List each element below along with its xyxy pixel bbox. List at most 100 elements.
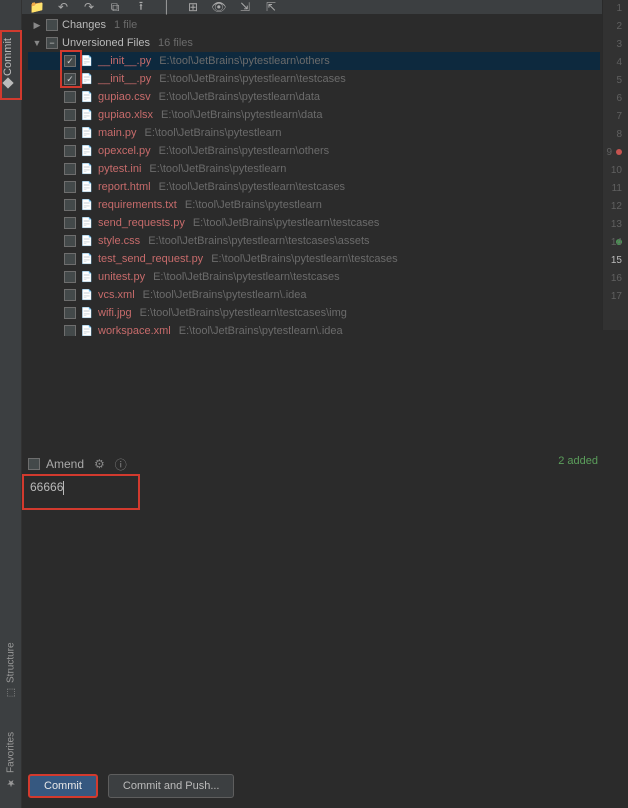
checkbox[interactable] — [64, 73, 76, 85]
error-marker — [616, 149, 622, 155]
expand-icon[interactable]: ⇱ — [264, 0, 278, 14]
commit-message-text: 66666 — [30, 480, 63, 494]
group-icon[interactable]: ⊞ — [186, 0, 200, 14]
collapse-icon[interactable]: ⇲ — [238, 0, 252, 14]
folder-icon[interactable]: 📁 — [30, 0, 44, 14]
changes-count: 1 file — [114, 19, 137, 31]
file-path: E:\tool\JetBrains\pytestlearn\testcases — [159, 181, 345, 193]
line-gutter: 1 2 3 4 5 6 7 8 9 10 11 12 13 14 15 16 1… — [602, 0, 628, 330]
added-count: 2 added — [558, 455, 598, 467]
file-name: style.css — [98, 235, 140, 247]
file-row[interactable]: 📄gupiao.xlsxE:\tool\JetBrains\pytestlear… — [28, 106, 600, 124]
redo-icon[interactable]: ↷ — [82, 0, 96, 14]
checkbox[interactable] — [64, 199, 76, 211]
file-name: test_send_request.py — [98, 253, 203, 265]
diff-icon[interactable]: ⧉ — [108, 0, 122, 14]
file-icon: 📄 — [80, 180, 94, 194]
file-icon: 📄 — [80, 306, 94, 320]
file-icon: 📄 — [80, 144, 94, 158]
checkbox[interactable] — [64, 91, 76, 103]
commit-icon — [2, 78, 13, 89]
file-path: E:\tool\JetBrains\pytestlearn\testcases\… — [148, 235, 369, 247]
file-icon: 📄 — [80, 162, 94, 176]
commit-message-input[interactable]: 66666 — [22, 474, 140, 510]
file-row[interactable]: 📄requirements.txtE:\tool\JetBrains\pytes… — [28, 196, 600, 214]
file-name: gupiao.csv — [98, 91, 151, 103]
commit-tab-label: Commit — [2, 39, 14, 77]
undo-icon[interactable]: ↶ — [56, 0, 70, 14]
file-row[interactable]: 📄test_send_request.pyE:\tool\JetBrains\p… — [28, 250, 600, 268]
checkbox[interactable] — [64, 235, 76, 247]
line-num: 8 — [603, 126, 622, 144]
checkbox[interactable] — [64, 163, 76, 175]
file-name: pytest.ini — [98, 163, 141, 175]
file-path: E:\tool\JetBrains\pytestlearn\.idea — [143, 289, 307, 301]
line-num: 17 — [603, 288, 622, 306]
file-row[interactable]: 📄main.pyE:\tool\JetBrains\pytestlearn — [28, 124, 600, 142]
file-name: wifi.jpg — [98, 307, 132, 319]
file-row[interactable]: 📄 report.html E:\tool\JetBrains\pytestlear… — [28, 178, 600, 196]
file-name: vcs.xml — [98, 289, 135, 301]
file-icon: 📄 — [80, 72, 94, 86]
checkbox[interactable] — [64, 253, 76, 265]
commit-push-label: Commit and Push... — [123, 780, 220, 792]
chevron-down-icon[interactable]: ▼ — [32, 38, 42, 48]
checkbox[interactable] — [64, 181, 76, 193]
line-num: 15 — [603, 252, 622, 270]
checkbox[interactable] — [46, 19, 58, 31]
gear-icon[interactable]: ⚙ — [94, 457, 105, 471]
file-icon: 📄 — [80, 234, 94, 248]
file-name: __init__.py — [98, 73, 151, 85]
file-path: E:\tool\JetBrains\pytestlearn\others — [159, 55, 330, 67]
file-name: report.html — [98, 181, 151, 193]
commit-button[interactable]: Commit — [28, 774, 98, 798]
file-name: opexcel.py — [98, 145, 151, 157]
unversioned-node[interactable]: ▼ − Unversioned Files 16 files — [28, 34, 600, 52]
checkbox[interactable] — [64, 307, 76, 319]
file-row[interactable]: 📄__init__.pyE:\tool\JetBrains\pytestlear… — [28, 70, 600, 88]
file-row[interactable]: 📄workspace.xmlE:\tool\JetBrains\pytestle… — [28, 322, 600, 336]
changes-node[interactable]: ▶ Changes 1 file — [28, 16, 600, 34]
favorites-tab[interactable]: ★ Favorites — [0, 730, 22, 790]
amend-label: Amend — [46, 457, 84, 471]
line-num: 9 — [603, 144, 622, 162]
checkbox[interactable]: − — [46, 37, 58, 49]
file-row[interactable]: 📄wifi.jpgE:\tool\JetBrains\pytestlearn\t… — [28, 304, 600, 322]
chevron-right-icon[interactable]: ▶ — [32, 20, 42, 31]
commit-button-label: Commit — [44, 780, 82, 792]
file-row[interactable]: 📄 style.css E:\tool\JetBrains\pytestlearn\… — [28, 232, 600, 250]
file-row[interactable]: 📄__init__.pyE:\tool\JetBrains\pytestlear… — [28, 52, 600, 70]
structure-icon: ⬚ — [6, 687, 17, 698]
file-row[interactable]: 📄 pytest.ini E:\tool\JetBrains\pytestlearn — [28, 160, 600, 178]
changes-label: Changes — [62, 19, 106, 31]
line-num: 5 — [603, 72, 622, 90]
checkbox[interactable] — [64, 271, 76, 283]
unversioned-label: Unversioned Files — [62, 37, 150, 49]
commit-push-button[interactable]: Commit and Push... — [108, 774, 235, 798]
file-row[interactable]: 📄unitest.pyE:\tool\JetBrains\pytestlearn… — [28, 268, 600, 286]
checkbox[interactable] — [64, 289, 76, 301]
checkbox[interactable] — [64, 127, 76, 139]
file-icon: 📄 — [80, 324, 94, 336]
file-row[interactable]: 📄vcs.xmlE:\tool\JetBrains\pytestlearn\.i… — [28, 286, 600, 304]
upload-icon[interactable]: ⭱ — [134, 0, 148, 14]
line-num: 10 — [603, 162, 622, 180]
file-path: E:\tool\JetBrains\pytestlearn — [149, 163, 286, 175]
line-num: 14 — [603, 234, 622, 252]
line-num: 1 — [603, 0, 622, 18]
file-row[interactable]: 📄send_requests.pyE:\tool\JetBrains\pytes… — [28, 214, 600, 232]
file-name: requirements.txt — [98, 199, 177, 211]
amend-checkbox[interactable] — [28, 458, 40, 470]
commit-tab[interactable]: Commit — [0, 30, 22, 100]
file-row[interactable]: 📄opexcel.pyE:\tool\JetBrains\pytestlearn… — [28, 142, 600, 160]
structure-tab[interactable]: ⬚ Structure — [0, 640, 22, 700]
line-num: 16 — [603, 270, 622, 288]
checkbox[interactable] — [64, 145, 76, 157]
checkbox[interactable] — [64, 109, 76, 121]
info-icon[interactable]: ⓘ — [115, 456, 127, 473]
checkbox[interactable] — [64, 325, 76, 336]
file-row[interactable]: 📄gupiao.csvE:\tool\JetBrains\pytestlearn… — [28, 88, 600, 106]
eye-icon[interactable]: 👁 — [212, 0, 226, 14]
checkbox[interactable] — [64, 55, 76, 67]
checkbox[interactable] — [64, 217, 76, 229]
